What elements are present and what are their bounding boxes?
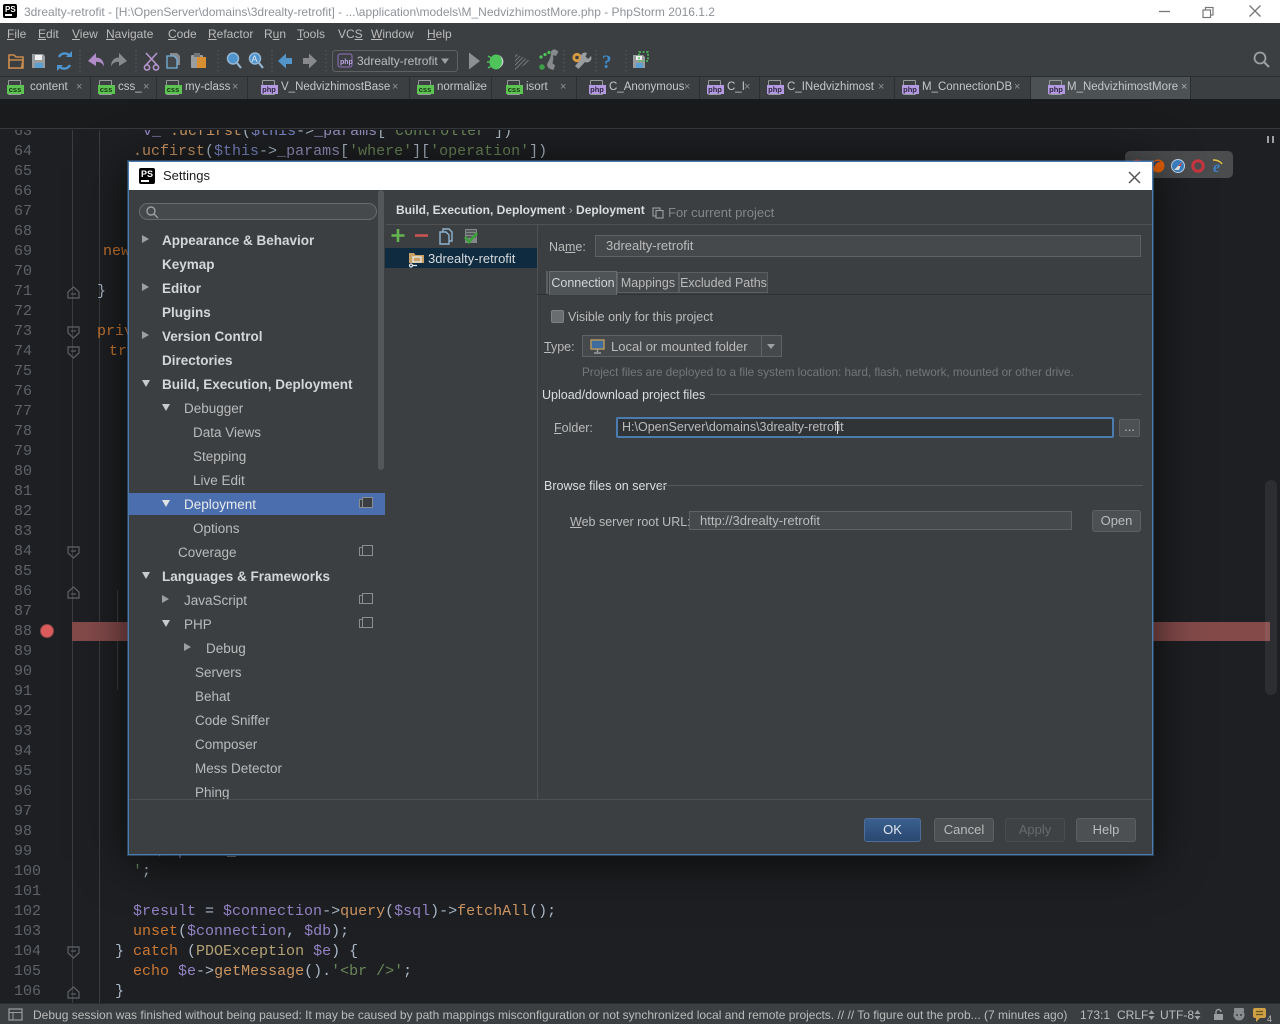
svg-text:php: php (340, 59, 353, 66)
svg-text:4: 4 (1267, 1014, 1272, 1023)
svg-text:A: A (252, 54, 258, 64)
svg-text:3drealty-retrofit: 3drealty-retrofit (357, 54, 438, 68)
svg-text:?: ? (602, 52, 612, 73)
